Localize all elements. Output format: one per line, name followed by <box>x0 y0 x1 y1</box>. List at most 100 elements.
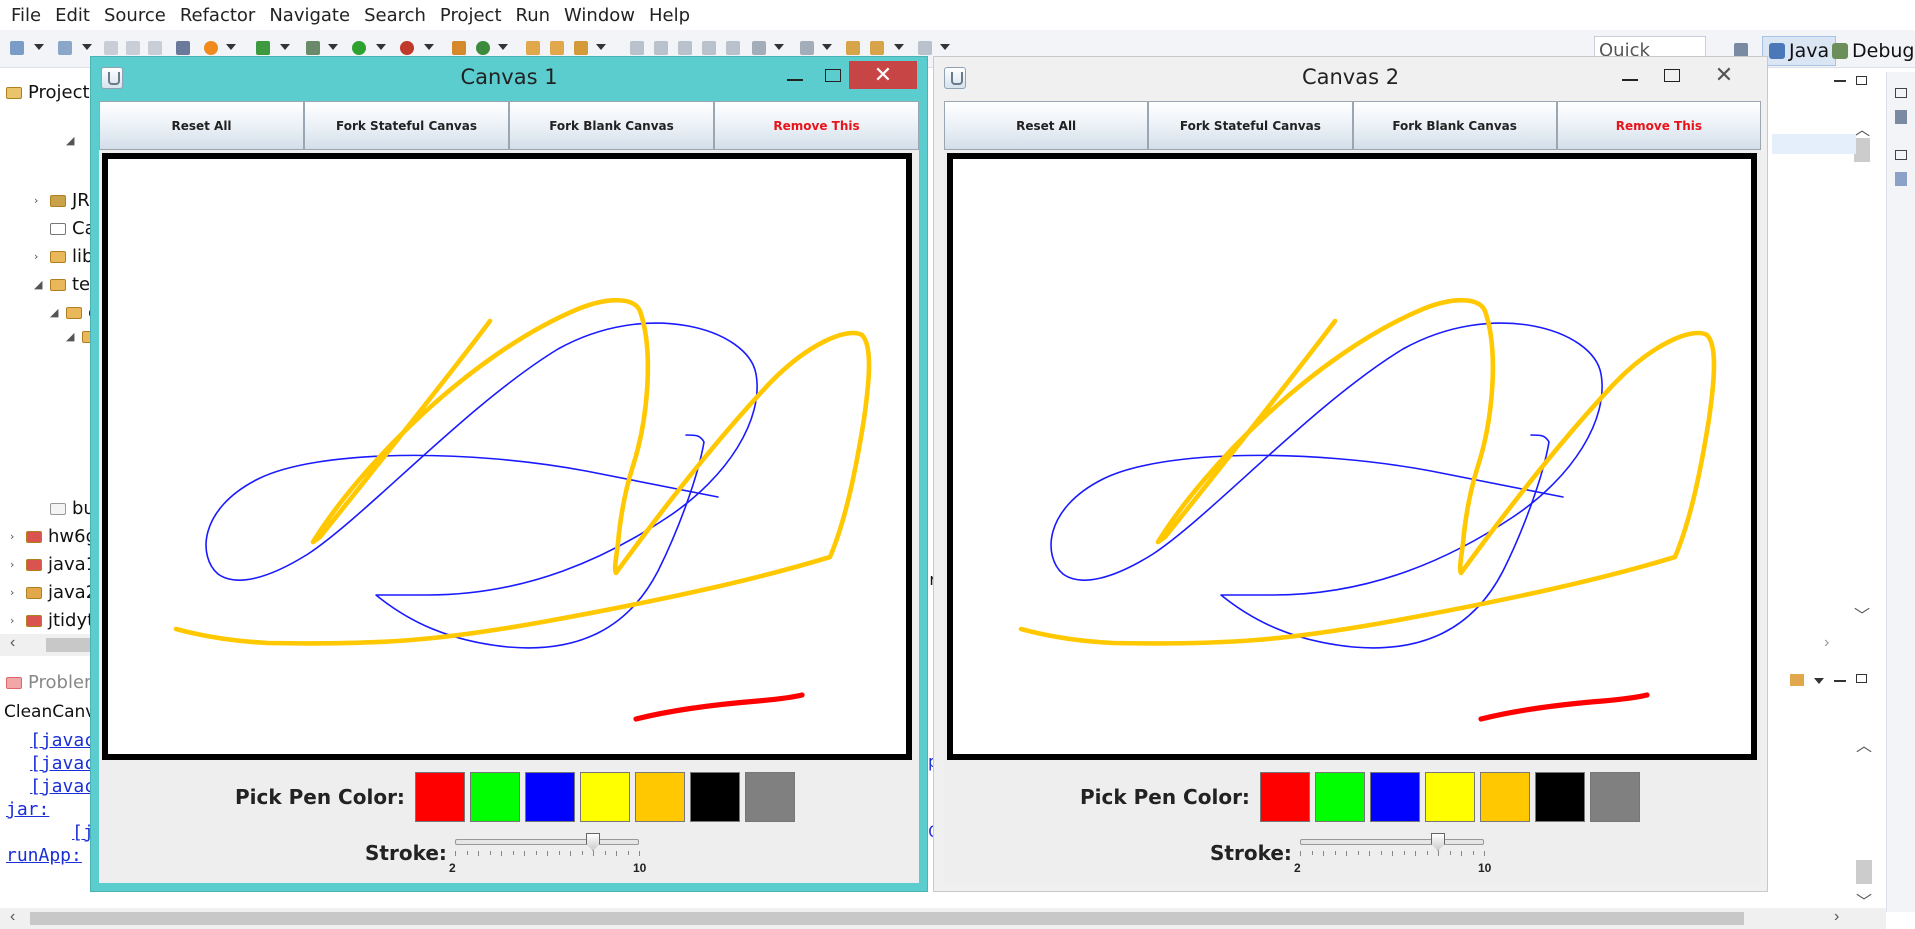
block-selection-icon[interactable] <box>726 41 740 55</box>
print-icon[interactable] <box>148 41 162 55</box>
maximize-view-icon[interactable] <box>1856 674 1867 683</box>
console-dropdown-icon[interactable] <box>1814 678 1824 684</box>
scroll-thumb[interactable] <box>1856 860 1872 884</box>
menu-source[interactable]: Source <box>97 5 173 26</box>
forward-nav-icon[interactable] <box>918 41 932 55</box>
search-icon[interactable] <box>574 41 588 55</box>
new-icon[interactable] <box>10 41 24 55</box>
remove-this-button[interactable]: Remove This <box>1556 101 1761 150</box>
toggle-mark-icon[interactable] <box>702 41 716 55</box>
tree-item[interactable]: ◢ <box>66 134 76 147</box>
remove-this-button[interactable]: Remove This <box>714 101 919 150</box>
history-icon[interactable] <box>800 41 814 55</box>
build-dropdown-icon[interactable] <box>226 44 236 50</box>
color-swatch-red[interactable] <box>1259 772 1310 822</box>
scroll-thumb[interactable] <box>1854 138 1870 162</box>
drawing-canvas[interactable] <box>102 153 912 760</box>
new-dropdown-icon[interactable] <box>34 44 44 50</box>
new-package-icon[interactable] <box>452 41 466 55</box>
forward-icon[interactable] <box>870 41 884 55</box>
tree-item[interactable]: Ca <box>34 218 96 239</box>
color-swatch-red[interactable] <box>414 772 465 822</box>
annotation-dropdown-icon[interactable] <box>774 44 784 50</box>
java-perspective-button[interactable]: Java <box>1762 36 1837 66</box>
search-dropdown-icon[interactable] <box>596 44 606 50</box>
minimize-view-icon[interactable] <box>1834 680 1846 682</box>
color-swatch-blue[interactable] <box>1369 772 1420 822</box>
reset-all-button[interactable]: Reset All <box>944 101 1149 150</box>
save-all-icon[interactable] <box>126 41 140 55</box>
console-horizontal-scrollbar[interactable]: ‹ › <box>0 908 1886 929</box>
menu-project[interactable]: Project <box>433 5 509 26</box>
menu-edit[interactable]: Edit <box>48 5 97 26</box>
menu-search[interactable]: Search <box>357 5 433 26</box>
stroke-slider-thumb[interactable] <box>1431 833 1445 851</box>
color-swatch-blue[interactable] <box>524 772 575 822</box>
color-swatch-orange[interactable] <box>634 772 685 822</box>
close-button[interactable]: ✕ <box>849 61 917 89</box>
drawing-surface[interactable] <box>953 159 1751 754</box>
external-tools-icon[interactable] <box>400 41 414 55</box>
scroll-thumb[interactable] <box>30 912 1744 925</box>
last-edit-icon[interactable] <box>678 41 692 55</box>
history-dropdown-icon[interactable] <box>822 44 832 50</box>
minimize-button[interactable] <box>775 61 815 89</box>
open-folder-icon[interactable] <box>526 41 540 55</box>
fork-stateful-canvas-button[interactable]: Fork Stateful Canvas <box>1148 101 1353 150</box>
build-icon[interactable] <box>204 41 218 55</box>
color-swatch-orange[interactable] <box>1479 772 1530 822</box>
fork-blank-canvas-button[interactable]: Fork Blank Canvas <box>1352 101 1557 150</box>
color-swatch-green[interactable] <box>469 772 520 822</box>
color-swatch-gray[interactable] <box>1589 772 1640 822</box>
open-project-icon[interactable] <box>550 41 564 55</box>
stroke-slider[interactable] <box>455 839 639 845</box>
tree-item[interactable]: › hw6g <box>10 526 97 547</box>
menu-file[interactable]: File <box>4 5 48 26</box>
skip-breakpoints-icon[interactable] <box>176 41 190 55</box>
color-swatch-black[interactable] <box>689 772 740 822</box>
next-annotation-icon[interactable] <box>630 41 644 55</box>
run-dropdown-icon[interactable] <box>376 44 386 50</box>
menu-window[interactable]: Window <box>557 5 642 26</box>
color-swatch-black[interactable] <box>1534 772 1585 822</box>
tree-item[interactable]: › java1 <box>10 554 97 575</box>
new-class-icon[interactable] <box>476 41 490 55</box>
new-console-icon[interactable] <box>1790 674 1804 686</box>
debug-icon[interactable] <box>256 41 270 55</box>
editor-horizontal-scrollbar[interactable]: › <box>1768 634 1872 656</box>
scroll-down-icon[interactable]: ﹀ <box>1854 602 1870 626</box>
color-swatch-gray[interactable] <box>744 772 795 822</box>
stroke-slider[interactable] <box>1300 839 1484 845</box>
maximize-view-icon[interactable] <box>1856 76 1867 85</box>
debug-perspective-button[interactable]: Debug <box>1832 36 1914 66</box>
back-icon[interactable] <box>846 41 860 55</box>
problems-tab[interactable]: Problem <box>6 672 102 693</box>
forward-dropdown-icon[interactable] <box>940 44 950 50</box>
fork-blank-canvas-button[interactable]: Fork Blank Canvas <box>509 101 714 150</box>
save-icon[interactable] <box>104 41 118 55</box>
color-swatch-green[interactable] <box>1314 772 1365 822</box>
color-swatch-yellow[interactable] <box>1424 772 1475 822</box>
menu-refactor[interactable]: Refactor <box>173 5 263 26</box>
menu-help[interactable]: Help <box>642 5 697 26</box>
close-button[interactable]: ✕ <box>1696 61 1752 89</box>
window-titlebar[interactable]: Canvas 2 ✕ <box>934 57 1767 95</box>
scroll-left-icon[interactable]: ‹ <box>10 634 15 652</box>
explorer-horizontal-scrollbar[interactable]: ‹ <box>0 634 96 656</box>
new-class-dropdown-icon[interactable] <box>498 44 508 50</box>
menu-run[interactable]: Run <box>509 5 558 26</box>
open-perspective-icon[interactable] <box>1734 43 1748 57</box>
scroll-right-icon[interactable]: › <box>1834 908 1839 926</box>
debug-dropdown-icon[interactable] <box>280 44 290 50</box>
scroll-up-icon[interactable]: ︿ <box>1856 732 1872 756</box>
drawing-surface[interactable] <box>108 159 906 754</box>
menu-navigate[interactable]: Navigate <box>262 5 357 26</box>
show-whitespace-icon[interactable] <box>752 41 766 55</box>
open-type-icon[interactable] <box>58 41 72 55</box>
tree-item[interactable]: › java2 <box>10 582 97 603</box>
minimize-view-icon[interactable] <box>1834 80 1846 82</box>
restore-icon[interactable] <box>1895 88 1907 98</box>
open-dropdown-icon[interactable] <box>82 44 92 50</box>
reset-all-button[interactable]: Reset All <box>99 101 304 150</box>
scroll-left-icon[interactable]: ‹ <box>10 908 15 926</box>
